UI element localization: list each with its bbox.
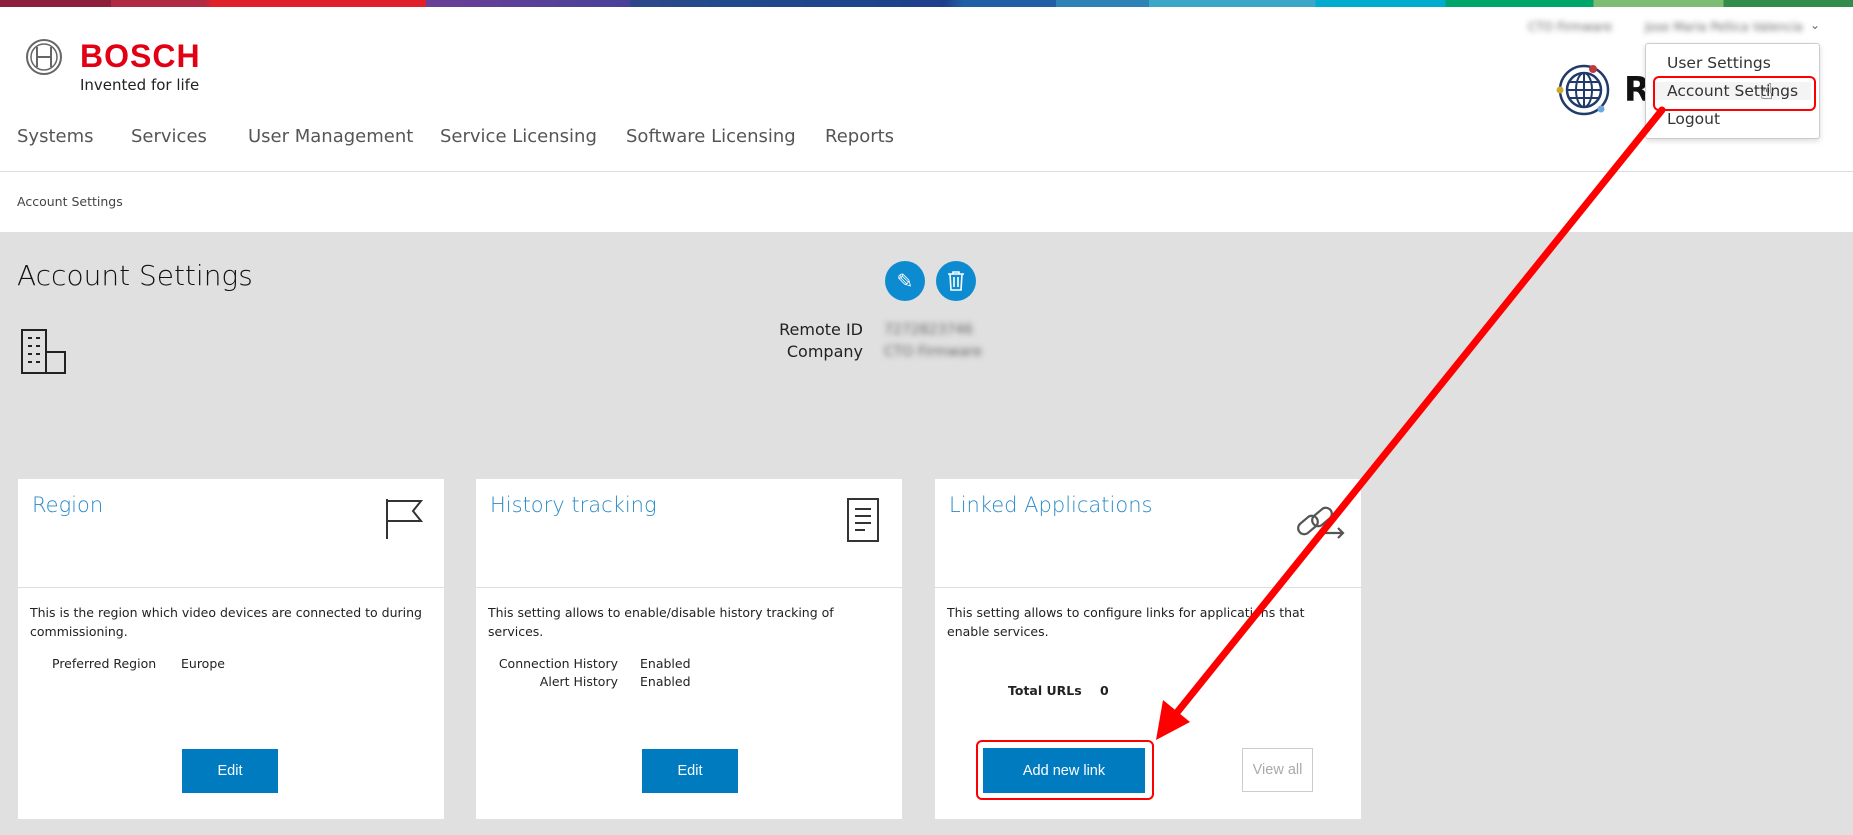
pencil-icon: ✎ — [896, 269, 914, 293]
flag-icon — [386, 499, 424, 539]
region-title: Region — [32, 493, 104, 517]
bosch-logo[interactable] — [24, 37, 64, 81]
link-external-icon — [1297, 506, 1345, 539]
bosch-armature-icon — [26, 39, 62, 75]
alert-history-label: Alert History — [539, 674, 618, 689]
card-divider — [476, 587, 902, 588]
remote-id-value: 7272823746 — [884, 322, 974, 338]
connection-history-value: Enabled — [640, 656, 691, 671]
brand-tagline: Invented for life — [80, 76, 200, 94]
user-company[interactable]: CTO Firmware — [1528, 20, 1612, 34]
history-description: This setting allows to enable/disable hi… — [488, 605, 834, 639]
company-label: Company — [786, 342, 863, 361]
region-card: Region This is the region which video de… — [18, 479, 444, 819]
region-edit-button[interactable]: Edit — [182, 749, 278, 793]
card-divider — [935, 587, 1361, 588]
breadcrumb: Account Settings — [17, 194, 123, 209]
delete-account-button[interactable] — [936, 261, 976, 301]
total-urls-label: Total URLs — [1008, 683, 1082, 698]
nav-software-licensing[interactable]: Software Licensing — [626, 126, 796, 147]
edit-account-button[interactable]: ✎ — [885, 261, 925, 301]
history-title: History tracking — [490, 493, 657, 517]
alert-history-value: Enabled — [640, 674, 691, 689]
building-icon — [20, 328, 68, 380]
total-urls-value: 0 — [1100, 683, 1109, 698]
linked-applications-title: Linked Applications — [949, 493, 1153, 517]
view-all-button[interactable]: View all — [1242, 748, 1313, 792]
history-card: History tracking This setting allows to … — [476, 479, 902, 819]
menu-item-logout[interactable]: Logout — [1667, 110, 1720, 128]
nav-user-management[interactable]: User Management — [248, 126, 413, 147]
app-logo-globe-icon — [1556, 62, 1612, 122]
card-divider — [18, 587, 444, 588]
page-title: Account Settings — [17, 259, 253, 292]
nav-services[interactable]: Services — [131, 126, 207, 147]
linked-applications-description: This setting allows to configure links f… — [947, 605, 1305, 639]
menu-item-user-settings[interactable]: User Settings — [1667, 54, 1771, 72]
user-name[interactable]: Jose Maria Pellica Valencia — [1645, 20, 1803, 34]
region-description: This is the region which video devices a… — [30, 605, 422, 639]
nav-service-licensing[interactable]: Service Licensing — [440, 126, 597, 147]
preferred-region-label: Preferred Region — [52, 656, 157, 671]
annotation-highlight-menu — [1653, 76, 1816, 111]
nav-systems[interactable]: Systems — [17, 126, 94, 147]
nav-reports[interactable]: Reports — [825, 126, 894, 147]
company-value: CTO Firmware — [884, 344, 982, 360]
remote-id-label: Remote ID — [779, 320, 863, 339]
history-edit-button[interactable]: Edit — [642, 749, 738, 793]
brand-name: BOSCH — [80, 38, 201, 74]
document-icon — [847, 498, 879, 542]
preferred-region-value: Europe — [181, 656, 225, 671]
annotation-highlight-add-link — [976, 740, 1154, 800]
trash-icon — [948, 271, 964, 291]
header-divider — [0, 171, 1853, 172]
chevron-down-icon[interactable]: ⌄ — [1810, 18, 1820, 32]
brand-color-bar — [0, 0, 1853, 7]
connection-history-label: Connection History — [498, 656, 618, 671]
